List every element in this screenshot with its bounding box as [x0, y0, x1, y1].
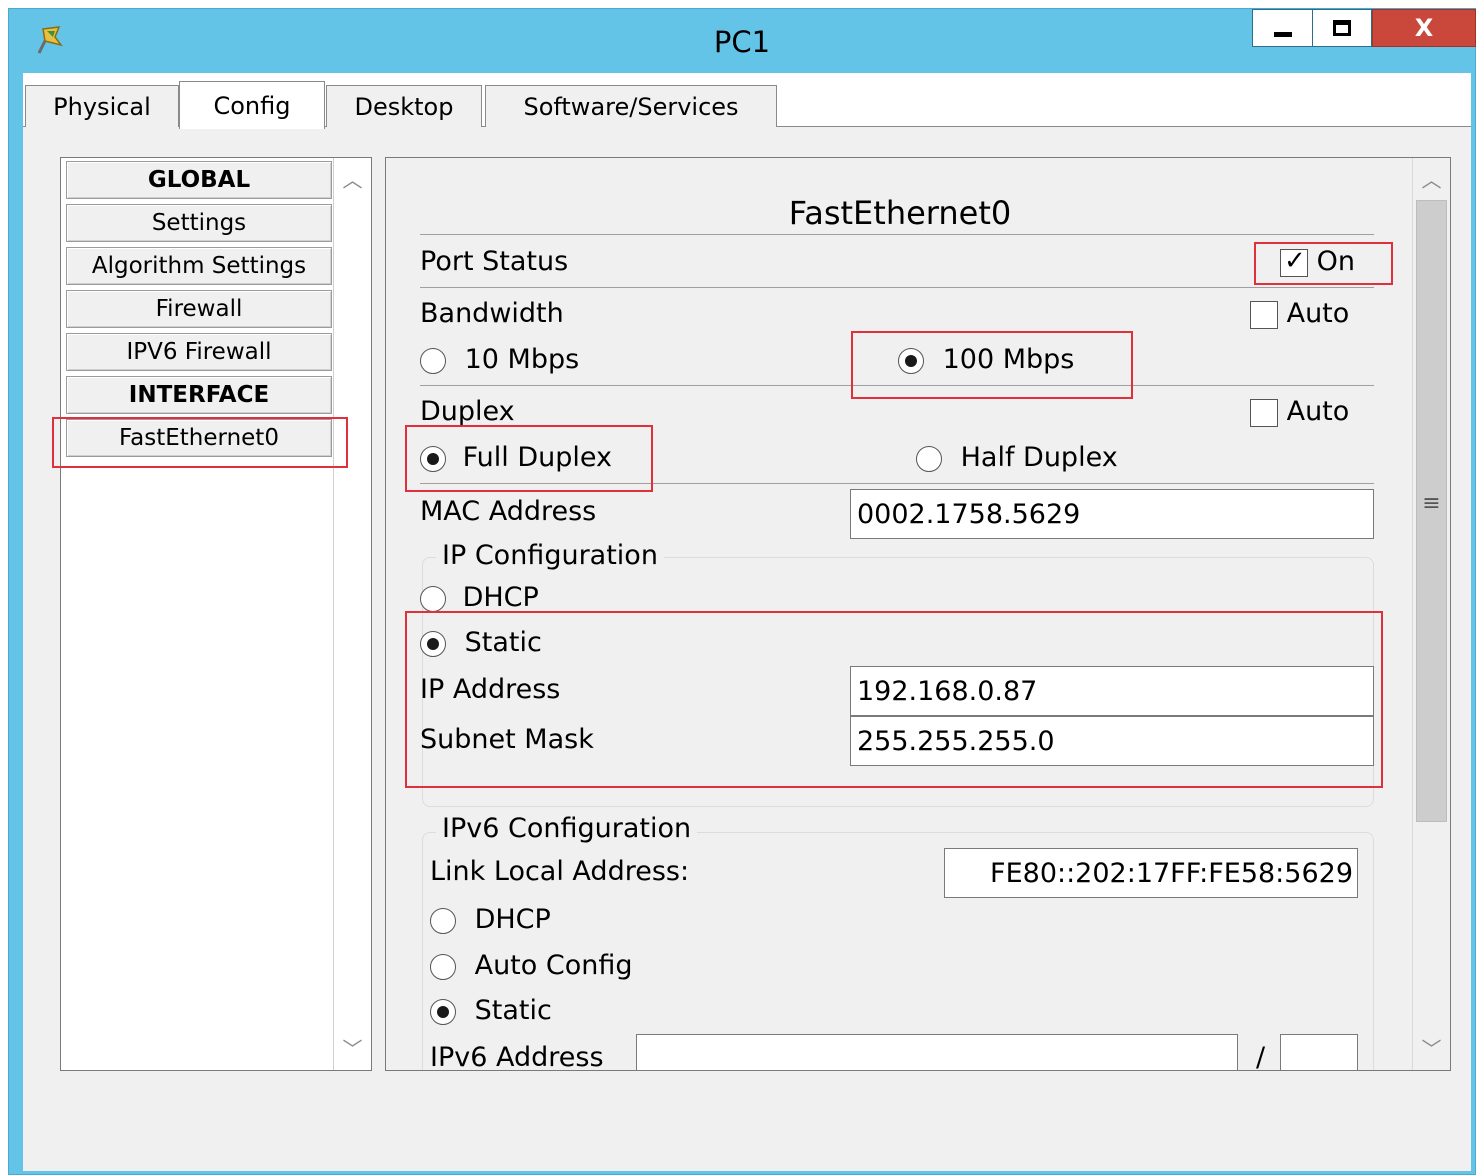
interface-heading: FastEthernet0	[788, 194, 1012, 232]
highlight-fastethernet0	[52, 417, 348, 468]
scroll-up-icon[interactable]: ︿	[334, 164, 371, 193]
mac-address-label: MAC Address	[420, 496, 597, 527]
bandwidth-10mbps[interactable]: 10 Mbps	[420, 344, 579, 375]
ipv6-dhcp-radio[interactable]	[430, 907, 456, 934]
nav-item-firewall[interactable]: Firewall	[66, 290, 332, 328]
panel-scrollbar[interactable]: ︿ ≡ ﹀	[1412, 158, 1450, 1070]
duplex-half-radio[interactable]	[916, 445, 942, 472]
maximize-button[interactable]	[1312, 9, 1372, 47]
minimize-icon	[1273, 31, 1292, 37]
tab-physical[interactable]: Physical	[25, 85, 179, 127]
scroll-up-icon[interactable]: ︿	[1413, 164, 1450, 193]
highlight-full-duplex	[405, 425, 653, 492]
close-icon: X	[1414, 14, 1434, 42]
pc1-window: PC1 X Physical Config Desktop Software/S…	[8, 8, 1476, 1175]
ipv6-prefix-field[interactable]	[1280, 1034, 1358, 1070]
bandwidth-label: Bandwidth	[420, 298, 564, 329]
ip-dhcp-label: DHCP	[462, 582, 539, 613]
bandwidth-auto[interactable]: Auto	[1250, 298, 1349, 329]
ip-dhcp-option[interactable]: DHCP	[420, 582, 539, 613]
ipv6-static-option[interactable]: Static	[430, 995, 552, 1026]
ipv6-static-label: Static	[474, 995, 552, 1026]
mac-address-field[interactable]: 0002.1758.5629	[850, 489, 1374, 539]
duplex-auto-label: Auto	[1286, 396, 1350, 427]
title-bar[interactable]: PC1 X	[9, 9, 1476, 75]
scroll-down-icon[interactable]: ﹀	[334, 1033, 371, 1062]
nav-header-interface: INTERFACE	[66, 376, 332, 414]
duplex-half[interactable]: Half Duplex	[916, 442, 1118, 473]
highlight-port-on	[1254, 242, 1393, 285]
close-button[interactable]: X	[1372, 9, 1476, 47]
bandwidth-auto-label: Auto	[1286, 298, 1350, 329]
bandwidth-auto-checkbox[interactable]	[1250, 300, 1278, 329]
config-nav-list: GLOBAL Settings Algorithm Settings Firew…	[60, 157, 372, 1071]
highlight-100mbps	[851, 331, 1133, 399]
nav-scrollbar[interactable]: ︿ ﹀	[333, 158, 371, 1070]
separator	[420, 287, 1374, 288]
port-status-label: Port Status	[420, 246, 569, 277]
ipv6-auto-config-option[interactable]: Auto Config	[430, 950, 633, 981]
minimize-button[interactable]	[1252, 9, 1312, 47]
scrollbar-thumb[interactable]: ≡	[1416, 200, 1447, 822]
prefix-separator: /	[1256, 1042, 1266, 1071]
duplex-half-label: Half Duplex	[960, 442, 1118, 473]
bandwidth-10mbps-label: 10 Mbps	[464, 344, 580, 375]
tab-strip: Physical Config Desktop Software/Service…	[23, 73, 1471, 129]
window-client: Physical Config Desktop Software/Service…	[23, 73, 1471, 1171]
separator	[420, 234, 1374, 235]
tab-desktop[interactable]: Desktop	[326, 85, 482, 127]
ipv6-static-radio[interactable]	[430, 998, 456, 1025]
nav-item-algorithm-settings[interactable]: Algorithm Settings	[66, 247, 332, 285]
duplex-auto[interactable]: Auto	[1250, 396, 1349, 427]
scroll-down-icon[interactable]: ﹀	[1413, 1033, 1450, 1062]
nav-item-ipv6-firewall[interactable]: IPV6 Firewall	[66, 333, 332, 371]
ipv6-address-label: IPv6 Address	[430, 1042, 604, 1071]
ipv6-auto-config-label: Auto Config	[474, 950, 633, 981]
tab-software-services[interactable]: Software/Services	[485, 85, 777, 127]
ipv6-dhcp-option[interactable]: DHCP	[430, 904, 551, 935]
nav-header-global: GLOBAL	[66, 161, 332, 199]
ipv6-address-field[interactable]	[636, 1034, 1238, 1070]
ipv6-config-legend: IPv6 Configuration	[436, 813, 698, 844]
ip-config-legend: IP Configuration	[436, 540, 664, 571]
bandwidth-10mbps-radio[interactable]	[420, 347, 446, 374]
link-local-label: Link Local Address:	[430, 856, 690, 887]
highlight-static-ip	[405, 611, 1383, 788]
ipv6-dhcp-label: DHCP	[474, 904, 551, 935]
tab-config[interactable]: Config	[179, 81, 325, 129]
ip-dhcp-radio[interactable]	[420, 585, 446, 612]
duplex-label: Duplex	[420, 396, 515, 427]
duplex-auto-checkbox[interactable]	[1250, 398, 1278, 427]
ipv6-auto-config-radio[interactable]	[430, 953, 456, 980]
link-local-field[interactable]: FE80::202:17FF:FE58:5629	[944, 848, 1358, 898]
nav-item-settings[interactable]: Settings	[66, 204, 332, 242]
link-local-value: FE80::202:17FF:FE58:5629	[990, 857, 1353, 889]
maximize-icon	[1333, 20, 1351, 36]
grip-icon: ≡	[1422, 491, 1441, 516]
